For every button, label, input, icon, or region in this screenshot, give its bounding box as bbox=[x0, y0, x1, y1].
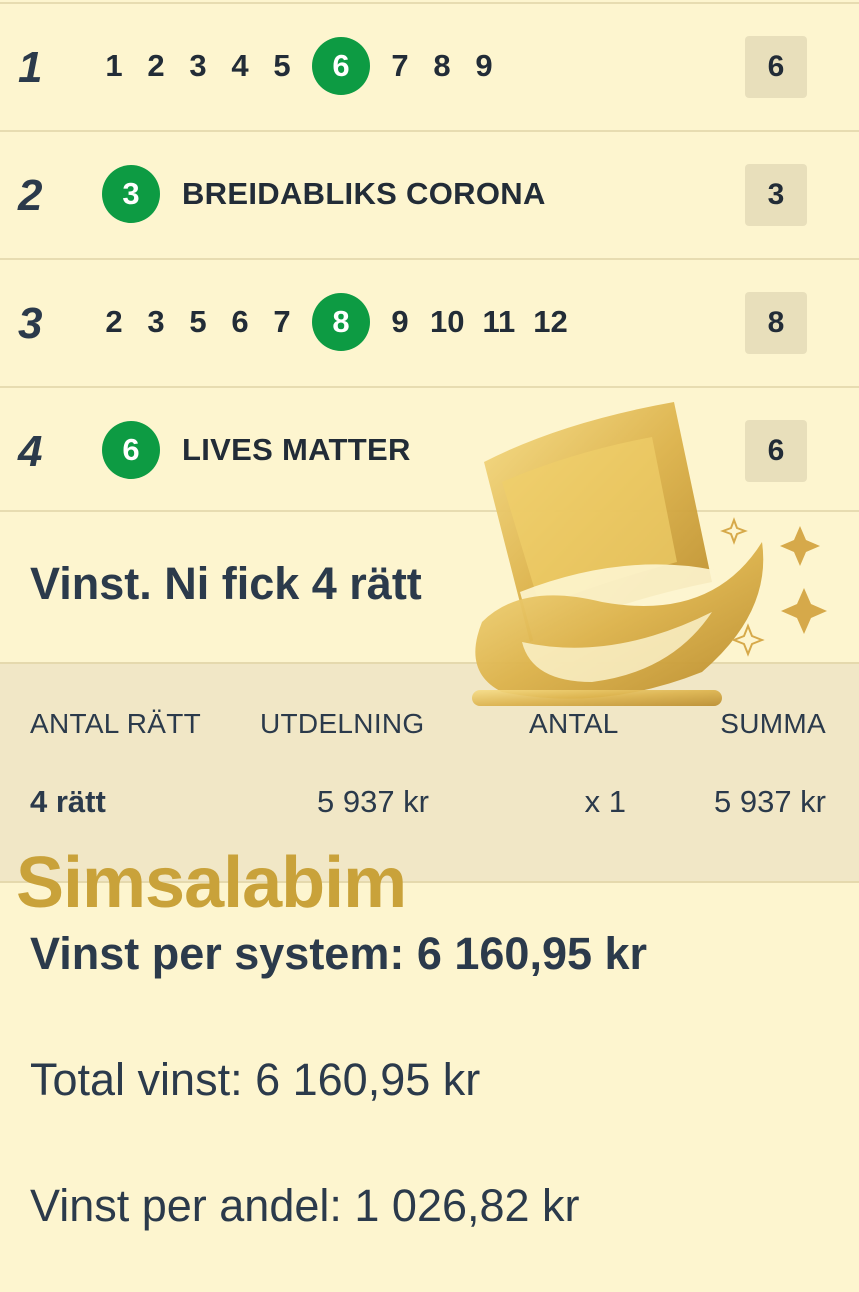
winner-badge: 6 bbox=[312, 37, 370, 95]
race-row-3: 3 2 3 5 6 7 8 9 10 11 12 8 bbox=[0, 258, 859, 384]
horse-number: 3 bbox=[147, 304, 165, 339]
winner-badge: 6 bbox=[102, 421, 160, 479]
horse-number: 8 bbox=[433, 48, 451, 83]
race-number: 1 bbox=[18, 43, 43, 92]
vinst-per-andel: Vinst per andel: 1 026,82 kr bbox=[30, 1180, 580, 1231]
race-result: 6 bbox=[745, 36, 807, 98]
horse-list: 1 2 3 4 5 6 7 8 9 bbox=[102, 36, 514, 96]
race-row-1: 1 1 2 3 4 5 6 7 8 9 6 bbox=[0, 2, 859, 128]
total-vinst: Total vinst: 6 160,95 kr bbox=[30, 1054, 481, 1105]
horse-list: 3 BREIDABLIKS CORONA bbox=[102, 164, 546, 224]
race-number: 3 bbox=[18, 299, 43, 348]
winner-name: LIVES MATTER bbox=[182, 432, 411, 467]
horse-number: 3 bbox=[189, 48, 207, 83]
horse-number: 5 bbox=[189, 304, 207, 339]
horse-number: 2 bbox=[105, 304, 123, 339]
horse-list: 6 LIVES MATTER bbox=[102, 420, 411, 480]
header-utdelning: UTDELNING bbox=[260, 708, 425, 739]
horse-number: 11 bbox=[482, 304, 516, 339]
horse-number: 4 bbox=[231, 48, 249, 83]
race-result: 8 bbox=[745, 292, 807, 354]
horse-number: 2 bbox=[147, 48, 165, 83]
horse-number: 5 bbox=[273, 48, 291, 83]
race-result: 3 bbox=[745, 164, 807, 226]
horse-number: 10 bbox=[430, 304, 465, 339]
winner-badge: 8 bbox=[312, 293, 370, 351]
race-number: 2 bbox=[18, 171, 43, 220]
race-row-2: 2 3 BREIDABLIKS CORONA 3 bbox=[0, 130, 859, 256]
race-number: 4 bbox=[18, 427, 43, 476]
cell-antal: x 1 bbox=[584, 784, 626, 819]
cell-summa: 5 937 kr bbox=[713, 784, 826, 819]
horse-number: 1 bbox=[105, 48, 123, 83]
top-hat-logo bbox=[472, 402, 827, 706]
horse-number: 6 bbox=[231, 304, 249, 339]
header-antal-ratt: ANTAL RÄTT bbox=[30, 708, 202, 739]
horse-number: 7 bbox=[273, 304, 291, 339]
horse-number: 12 bbox=[533, 304, 568, 339]
vinst-per-system: Vinst per system: 6 160,95 kr bbox=[30, 928, 648, 979]
winner-name: BREIDABLIKS CORONA bbox=[182, 176, 546, 211]
horse-list: 2 3 5 6 7 8 9 10 11 12 bbox=[102, 292, 586, 352]
cell-antal-ratt: 4 rätt bbox=[30, 784, 106, 819]
horse-number: 9 bbox=[391, 304, 409, 339]
cell-utdelning: 5 937 kr bbox=[316, 784, 429, 819]
win-headline: Vinst. Ni fick 4 rätt bbox=[30, 558, 422, 609]
horse-number: 9 bbox=[475, 48, 493, 83]
winner-badge: 3 bbox=[102, 165, 160, 223]
simsalabim-logo: Simsalabim bbox=[16, 843, 407, 923]
horse-number: 7 bbox=[391, 48, 409, 83]
